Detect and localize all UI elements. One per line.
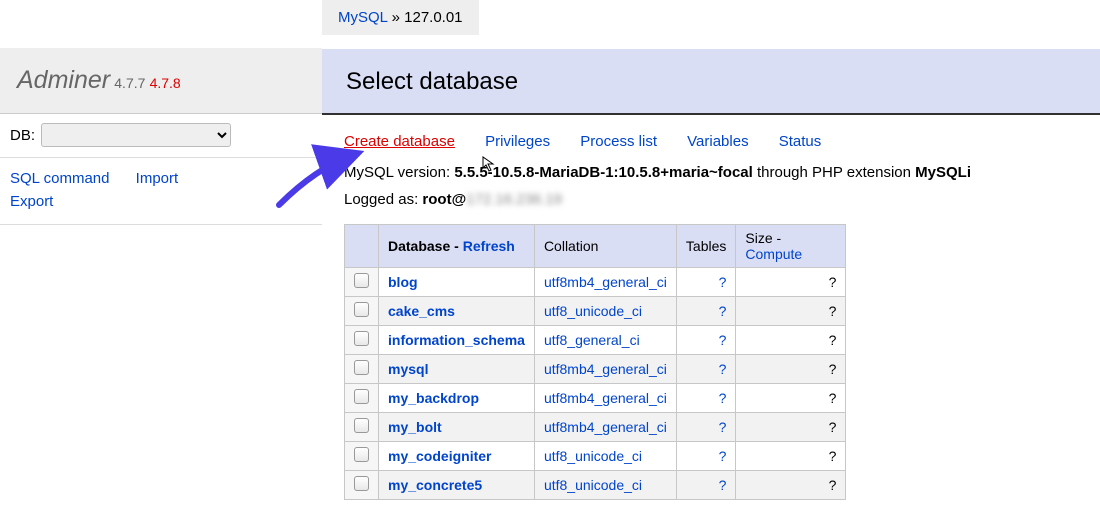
database-link[interactable]: cake_cms <box>388 303 455 319</box>
create-database-link[interactable]: Create database <box>344 133 455 150</box>
size-cell: ? <box>736 297 846 326</box>
row-checkbox[interactable] <box>354 331 369 346</box>
breadcrumb-sep: » <box>387 9 404 26</box>
database-link[interactable]: mysql <box>388 361 428 377</box>
row-checkbox[interactable] <box>354 273 369 288</box>
export-link[interactable]: Export <box>10 193 53 210</box>
tables-count-link[interactable]: ? <box>719 332 727 348</box>
database-table: Database - Refresh Collation Tables Size… <box>344 224 846 500</box>
sql-command-link[interactable]: SQL command <box>10 170 110 187</box>
logged-user: root@ <box>422 191 466 208</box>
status-link[interactable]: Status <box>779 133 822 150</box>
row-checkbox[interactable] <box>354 447 369 462</box>
variables-link[interactable]: Variables <box>687 133 748 150</box>
refresh-link[interactable]: Refresh <box>463 238 515 254</box>
table-row: my_bolt utf8mb4_general_ci?? <box>345 413 846 442</box>
database-link[interactable]: information_schema <box>388 332 525 348</box>
app-title: Adminer <box>17 66 110 94</box>
collation-link[interactable]: utf8mb4_general_ci <box>544 419 667 435</box>
app-new-version[interactable]: 4.7.8 <box>150 75 181 91</box>
table-row: my_backdrop utf8mb4_general_ci?? <box>345 384 846 413</box>
breadcrumb-driver[interactable]: MySQL <box>338 9 387 26</box>
collation-link[interactable]: utf8mb4_general_ci <box>544 390 667 406</box>
breadcrumb-server: 127.0.01 <box>404 9 462 26</box>
size-cell: ? <box>736 442 846 471</box>
mysql-version: 5.5.5-10.5.8-MariaDB-1:10.5.8+maria~foca… <box>454 164 753 181</box>
version-line: MySQL version: 5.5.5-10.5.8-MariaDB-1:10… <box>344 164 1078 181</box>
collation-link[interactable]: utf8mb4_general_ci <box>544 274 667 290</box>
sidebar: Adminer 4.7.7 4.7.8 DB: SQL command Impo… <box>0 0 322 520</box>
table-row: information_schema utf8_general_ci?? <box>345 326 846 355</box>
table-row: cake_cms utf8_unicode_ci?? <box>345 297 846 326</box>
tables-count-link[interactable]: ? <box>719 303 727 319</box>
logged-line: Logged as: root@172.16.236.19 <box>344 191 1078 208</box>
table-row: my_concrete5 utf8_unicode_ci?? <box>345 471 846 500</box>
main: MySQL » 127.0.01 Select database Create … <box>322 0 1100 520</box>
database-link[interactable]: my_bolt <box>388 419 442 435</box>
php-extension: MySQLi <box>915 164 971 181</box>
import-link[interactable]: Import <box>136 170 179 187</box>
header-tables: Tables <box>676 225 735 268</box>
table-row: blog utf8mb4_general_ci?? <box>345 268 846 297</box>
compute-link[interactable]: Compute <box>745 246 802 262</box>
header-size: Size - Compute <box>736 225 846 268</box>
sidebar-header: Adminer 4.7.7 4.7.8 <box>0 48 322 114</box>
database-link[interactable]: my_codeigniter <box>388 448 491 464</box>
size-cell: ? <box>736 471 846 500</box>
db-selector-row: DB: <box>0 114 322 158</box>
database-link[interactable]: my_backdrop <box>388 390 479 406</box>
tables-count-link[interactable]: ? <box>719 361 727 377</box>
database-link[interactable]: my_concrete5 <box>388 477 482 493</box>
row-checkbox[interactable] <box>354 476 369 491</box>
collation-link[interactable]: utf8_unicode_ci <box>544 448 642 464</box>
header-database: Database - Refresh <box>379 225 535 268</box>
row-checkbox[interactable] <box>354 360 369 375</box>
collation-link[interactable]: utf8_unicode_ci <box>544 477 642 493</box>
collation-link[interactable]: utf8_unicode_ci <box>544 303 642 319</box>
tables-count-link[interactable]: ? <box>719 274 727 290</box>
db-label: DB: <box>10 127 35 144</box>
page-title: Select database <box>346 68 1076 96</box>
tables-count-link[interactable]: ? <box>719 448 727 464</box>
row-checkbox[interactable] <box>354 418 369 433</box>
header-checkbox <box>345 225 379 268</box>
breadcrumb: MySQL » 127.0.01 <box>322 0 479 35</box>
tables-count-link[interactable]: ? <box>719 390 727 406</box>
tables-count-link[interactable]: ? <box>719 419 727 435</box>
database-link[interactable]: blog <box>388 274 418 290</box>
row-checkbox[interactable] <box>354 389 369 404</box>
top-links: Create database Privileges Process list … <box>344 133 1078 150</box>
table-row: mysql utf8mb4_general_ci?? <box>345 355 846 384</box>
tables-count-link[interactable]: ? <box>719 477 727 493</box>
header-collation: Collation <box>534 225 676 268</box>
size-cell: ? <box>736 326 846 355</box>
app-version: 4.7.7 <box>114 75 145 91</box>
collation-link[interactable]: utf8mb4_general_ci <box>544 361 667 377</box>
content: Create database Privileges Process list … <box>322 115 1100 500</box>
size-cell: ? <box>736 268 846 297</box>
size-cell: ? <box>736 384 846 413</box>
size-cell: ? <box>736 355 846 384</box>
collation-link[interactable]: utf8_general_ci <box>544 332 640 348</box>
privileges-link[interactable]: Privileges <box>485 133 550 150</box>
logged-host: 172.16.236.19 <box>466 191 562 208</box>
row-checkbox[interactable] <box>354 302 369 317</box>
db-select[interactable] <box>41 123 231 147</box>
page-title-wrap: Select database <box>322 49 1100 115</box>
process-list-link[interactable]: Process list <box>580 133 657 150</box>
table-row: my_codeigniter utf8_unicode_ci?? <box>345 442 846 471</box>
size-cell: ? <box>736 413 846 442</box>
sidebar-links: SQL command Import Export <box>0 158 322 225</box>
